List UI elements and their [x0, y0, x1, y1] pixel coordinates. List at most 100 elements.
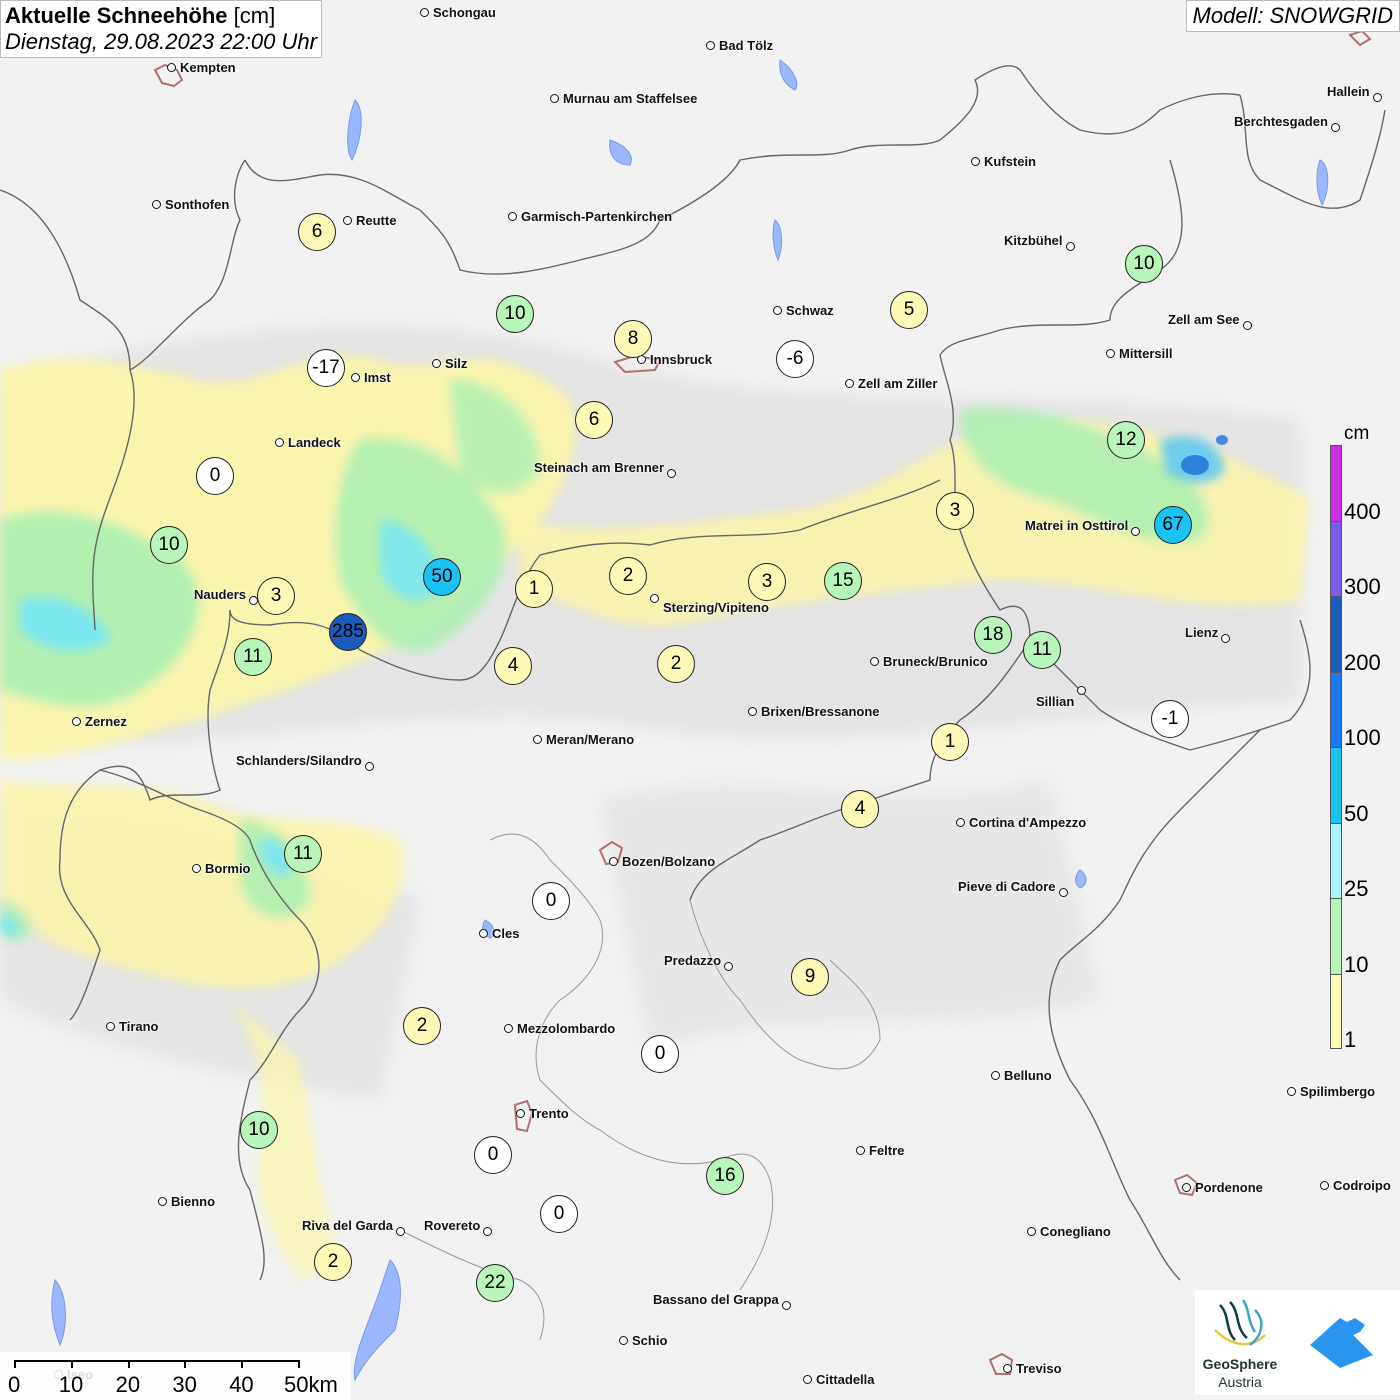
city-label: Cortina d'Ampezzo — [969, 815, 1087, 830]
city-label: Zell am See — [1168, 312, 1240, 327]
city-dot-icon — [1059, 888, 1068, 897]
city-dot-icon — [396, 1227, 405, 1236]
snow-depth-station[interactable]: 4 — [494, 647, 532, 685]
snow-depth-station[interactable]: 3 — [257, 577, 295, 615]
snow-depth-station[interactable]: 11 — [234, 638, 272, 676]
snow-depth-station[interactable]: 2 — [403, 1007, 441, 1045]
city-dot-icon — [192, 864, 201, 873]
city-label: Reutte — [356, 213, 397, 228]
scale-tick — [14, 1360, 16, 1368]
snow-depth-station[interactable]: 15 — [824, 562, 862, 600]
snow-depth-station[interactable]: 5 — [890, 291, 928, 329]
city-dot-icon — [533, 735, 542, 744]
city-dot-icon — [1331, 123, 1340, 132]
city-dot-icon — [609, 857, 618, 866]
scale-tick — [184, 1360, 187, 1368]
city-dot-icon — [1373, 93, 1382, 102]
city-label: Kempten — [180, 60, 236, 75]
city-label: Spilimbergo — [1300, 1084, 1376, 1099]
city-dot-icon — [275, 438, 284, 447]
snow-depth-station[interactable]: 6 — [298, 213, 336, 251]
geosphere-logo-line2: Austria — [1218, 1374, 1262, 1390]
snow-depth-station[interactable]: -1 — [1151, 700, 1189, 738]
legend-label: 300 — [1344, 574, 1381, 599]
snow-depth-station[interactable]: 0 — [474, 1136, 512, 1174]
snow-depth-station[interactable]: 67 — [1154, 506, 1192, 544]
legend-label: 400 — [1344, 498, 1381, 524]
snow-depth-station[interactable]: 11 — [284, 835, 322, 873]
city-dot-icon — [1027, 1227, 1036, 1236]
scale-tick — [127, 1360, 130, 1368]
snow-depth-station[interactable]: 2 — [609, 557, 647, 595]
city-dot-icon — [1077, 686, 1086, 695]
snow-app-logo — [1285, 1290, 1400, 1395]
city-dot-icon — [504, 1024, 513, 1033]
geosphere-mark-icon — [1214, 1299, 1266, 1346]
snow-depth-station[interactable]: 0 — [641, 1035, 679, 1073]
legend-swatch — [1330, 973, 1342, 1049]
city-label: Conegliano — [1040, 1224, 1111, 1239]
snow-depth-station[interactable]: 3 — [936, 492, 974, 530]
scale-bar: 0 10 20 30 40 50km — [0, 1352, 350, 1400]
city-label: Bassano del Grappa — [653, 1292, 779, 1307]
scale-tick — [70, 1360, 73, 1368]
city-label: Schio — [632, 1333, 668, 1348]
snow-depth-station[interactable]: 10 — [150, 526, 188, 564]
snow-depth-station[interactable]: -17 — [307, 349, 345, 387]
snow-depth-station[interactable]: 6 — [575, 401, 613, 439]
snow-depth-station[interactable]: 10 — [496, 295, 534, 333]
legend-swatch — [1330, 596, 1342, 672]
city-dot-icon — [343, 216, 352, 225]
snow-depth-station[interactable]: -6 — [776, 340, 814, 378]
city-label: Steinach am Brenner — [534, 460, 665, 475]
snow-depth-station[interactable]: 0 — [532, 882, 570, 920]
snow-depth-station[interactable]: 1 — [931, 723, 969, 761]
snow-depth-station[interactable]: 50 — [423, 558, 461, 596]
snow-depth-station[interactable]: 16 — [706, 1157, 744, 1195]
city-label: Hallein — [1327, 84, 1370, 99]
city-label: Meran/Merano — [546, 732, 635, 747]
snow-depth-station[interactable]: 18 — [974, 616, 1012, 654]
snow-depth-station[interactable]: 10 — [240, 1111, 278, 1149]
city-label: Treviso — [1016, 1361, 1062, 1376]
city-dot-icon — [508, 212, 517, 221]
legend-swatch — [1330, 671, 1342, 747]
city-label: Bormio — [205, 861, 251, 876]
snow-depth-station[interactable]: 4 — [841, 790, 879, 828]
city-label: Schongau — [433, 5, 496, 20]
snow-depth-station[interactable]: 2 — [314, 1243, 352, 1281]
snow-depth-station[interactable]: 0 — [196, 457, 234, 495]
snow-depth-station[interactable]: 285 — [329, 613, 367, 651]
city-label: Sterzing/Vipiteno — [663, 600, 769, 615]
snow-depth-station[interactable]: 8 — [614, 320, 652, 358]
snow-depth-station[interactable]: 22 — [476, 1264, 514, 1302]
snow-depth-station[interactable]: 9 — [791, 958, 829, 996]
legend-swatch — [1330, 747, 1342, 823]
legend-swatch — [1330, 520, 1342, 596]
city-dot-icon — [667, 469, 676, 478]
city-dot-icon — [956, 818, 965, 827]
snow-depth-station[interactable]: 10 — [1125, 245, 1163, 283]
snow-depth-station[interactable]: 0 — [540, 1195, 578, 1233]
snow-depth-station[interactable]: 12 — [1107, 421, 1145, 459]
scale-tick — [241, 1360, 244, 1368]
geosphere-logo: GeoSphere Austria — [1195, 1290, 1285, 1395]
city-dot-icon — [782, 1301, 791, 1310]
snow-depth-station[interactable]: 11 — [1023, 631, 1061, 669]
city-label: Zell am Ziller — [858, 376, 938, 391]
city-label: Bad Tölz — [719, 38, 774, 53]
city-label: Cittadella — [816, 1372, 875, 1387]
snow-depth-station[interactable]: 2 — [657, 645, 695, 683]
snow-depth-station[interactable]: 3 — [748, 563, 786, 601]
city-label: Belluno — [1004, 1068, 1052, 1083]
snow-depth-station[interactable]: 1 — [515, 570, 553, 608]
city-dot-icon — [550, 94, 559, 103]
legend-label: 25 — [1344, 876, 1369, 901]
city-label: Garmisch-Partenkirchen — [521, 209, 673, 224]
legend-label: 10 — [1344, 951, 1369, 977]
city-dot-icon — [152, 200, 161, 209]
city-dot-icon — [1320, 1181, 1329, 1190]
city-label: Predazzo — [664, 953, 722, 968]
city-dot-icon — [991, 1071, 1000, 1080]
city-dot-icon — [1182, 1183, 1191, 1192]
